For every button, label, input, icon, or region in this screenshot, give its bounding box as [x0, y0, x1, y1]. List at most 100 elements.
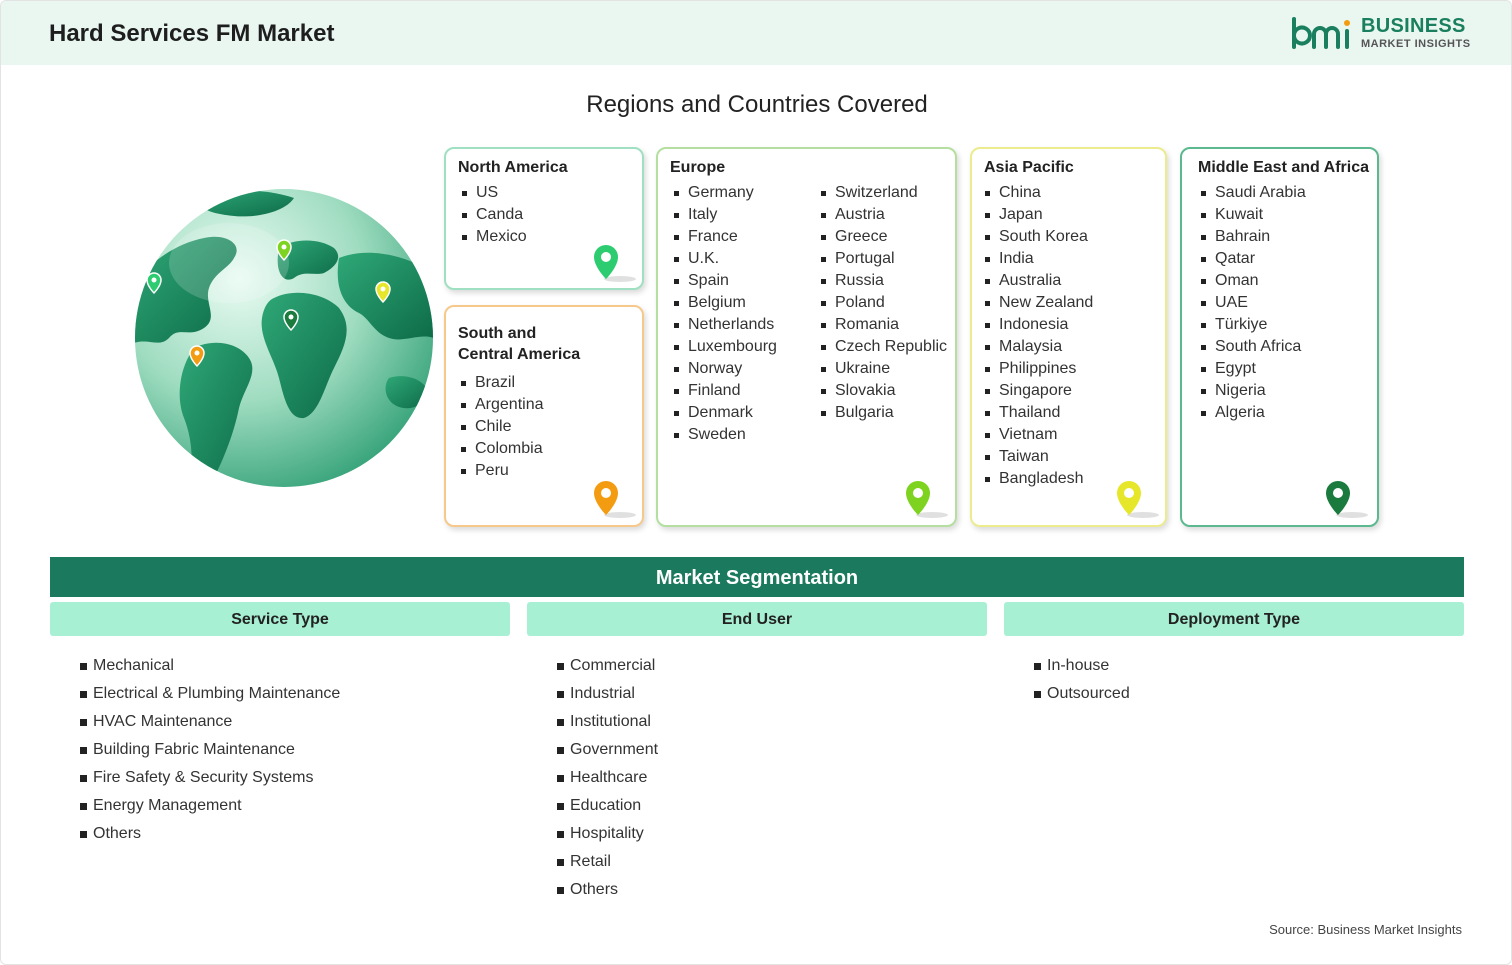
service-type-list: Mechanical Electrical & Plumbing Mainten…: [80, 652, 340, 848]
region-card-north-america: North America US Canda Mexico: [444, 147, 644, 290]
list-item: US: [460, 182, 527, 204]
list-item: Bulgaria: [819, 402, 947, 424]
list-item: Algeria: [1199, 402, 1306, 424]
segment-heading-service-type: Service Type: [50, 602, 510, 636]
list-item: Nigeria: [1199, 380, 1306, 402]
segment-heading-deployment-type: Deployment Type: [1004, 602, 1464, 636]
regions-heading: Regions and Countries Covered: [586, 91, 928, 118]
list-item: Denmark: [672, 402, 777, 424]
list-item: Türkiye: [1199, 314, 1306, 336]
brand-logo: BUSINESS MARKET INSIGHTS: [1291, 15, 1471, 55]
list-item: Portugal: [819, 248, 947, 270]
list-item: South Africa: [1199, 336, 1306, 358]
list-item: Energy Management: [80, 792, 340, 820]
list-item: Philippines: [983, 358, 1093, 380]
list-item: Finland: [672, 380, 777, 402]
list-item: Commercial: [557, 652, 658, 680]
list-item: Government: [557, 736, 658, 764]
region-card-asia-pacific: Asia Pacific China Japan South Korea Ind…: [970, 147, 1167, 527]
list-item: Norway: [672, 358, 777, 380]
market-segmentation-banner: Market Segmentation: [50, 557, 1464, 597]
list-item: Belgium: [672, 292, 777, 314]
list-item: Russia: [819, 270, 947, 292]
list-item: Italy: [672, 204, 777, 226]
list-item: Chile: [459, 416, 544, 438]
list-item: Education: [557, 792, 658, 820]
country-list-col2: Switzerland Austria Greece Portugal Russ…: [819, 182, 947, 424]
page-title: Hard Services FM Market: [49, 20, 335, 47]
region-title: Europe: [670, 159, 726, 176]
list-item: Spain: [672, 270, 777, 292]
list-item: Japan: [983, 204, 1093, 226]
country-list: US Canda Mexico: [460, 182, 527, 248]
infographic-frame: Hard Services FM Market BUSINESS MARKET …: [0, 0, 1512, 965]
end-user-list: Commercial Industrial Institutional Gove…: [557, 652, 658, 904]
list-item: Switzerland: [819, 182, 947, 204]
list-item: HVAC Maintenance: [80, 708, 340, 736]
list-item: Ukraine: [819, 358, 947, 380]
region-title: North America: [458, 159, 568, 176]
map-pin-icon: [906, 481, 948, 518]
list-item: Retail: [557, 848, 658, 876]
list-item: Fire Safety & Security Systems: [80, 764, 340, 792]
list-item: Malaysia: [983, 336, 1093, 358]
map-pin-icon: [1326, 481, 1368, 518]
list-item: Slovakia: [819, 380, 947, 402]
region-title: Asia Pacific: [984, 159, 1074, 176]
bmi-logo-icon: [1292, 17, 1350, 49]
list-item: Vietnam: [983, 424, 1093, 446]
globe-illustration: [135, 189, 433, 487]
region-title-line1: South and: [458, 325, 537, 342]
list-item: Colombia: [459, 438, 544, 460]
list-item: Bangladesh: [983, 468, 1093, 490]
list-item: Outsourced: [1034, 680, 1130, 708]
source-note: Source: Business Market Insights: [1269, 922, 1462, 937]
list-item: India: [983, 248, 1093, 270]
list-item: UAE: [1199, 292, 1306, 314]
logo-text-business: BUSINESS: [1361, 15, 1466, 37]
region-card-middle-east-africa: Middle East and Africa Saudi Arabia Kuwa…: [1180, 147, 1379, 527]
map-pin-icon: [594, 481, 636, 518]
list-item: Institutional: [557, 708, 658, 736]
list-item: Poland: [819, 292, 947, 314]
list-item: Czech Republic: [819, 336, 947, 358]
segment-heading-end-user: End User: [527, 602, 987, 636]
country-list: Brazil Argentina Chile Colombia Peru: [459, 372, 544, 482]
region-card-europe: Europe Germany Italy France U.K. Spain B…: [656, 147, 957, 527]
list-item: China: [983, 182, 1093, 204]
list-item: Oman: [1199, 270, 1306, 292]
region-title-line2: Central America: [458, 346, 581, 363]
list-item: Saudi Arabia: [1199, 182, 1306, 204]
list-item: Greece: [819, 226, 947, 248]
country-list: Saudi Arabia Kuwait Bahrain Qatar Oman U…: [1199, 182, 1306, 424]
list-item: Brazil: [459, 372, 544, 394]
list-item: Others: [80, 820, 340, 848]
region-card-south-central-america: South and Central America Brazil Argenti…: [444, 305, 644, 527]
logo-text-market-insights: MARKET INSIGHTS: [1361, 38, 1471, 50]
list-item: France: [672, 226, 777, 248]
list-item: Argentina: [459, 394, 544, 416]
map-pin-icon: [594, 245, 636, 282]
list-item: Thailand: [983, 402, 1093, 424]
map-pin-icon: [1117, 481, 1159, 518]
list-item: Netherlands: [672, 314, 777, 336]
list-item: Peru: [459, 460, 544, 482]
list-item: Canda: [460, 204, 527, 226]
region-title: South and Central America: [458, 323, 580, 365]
list-item: Luxembourg: [672, 336, 777, 358]
list-item: Bahrain: [1199, 226, 1306, 248]
list-item: Others: [557, 876, 658, 904]
list-item: Singapore: [983, 380, 1093, 402]
list-item: Building Fabric Maintenance: [80, 736, 340, 764]
list-item: Romania: [819, 314, 947, 336]
region-title: Middle East and Africa: [1198, 159, 1369, 176]
country-list: China Japan South Korea India Australia …: [983, 182, 1093, 490]
list-item: U.K.: [672, 248, 777, 270]
list-item: New Zealand: [983, 292, 1093, 314]
list-item: Healthcare: [557, 764, 658, 792]
list-item: Germany: [672, 182, 777, 204]
list-item: Mechanical: [80, 652, 340, 680]
list-item: Hospitality: [557, 820, 658, 848]
list-item: In-house: [1034, 652, 1130, 680]
list-item: Egypt: [1199, 358, 1306, 380]
